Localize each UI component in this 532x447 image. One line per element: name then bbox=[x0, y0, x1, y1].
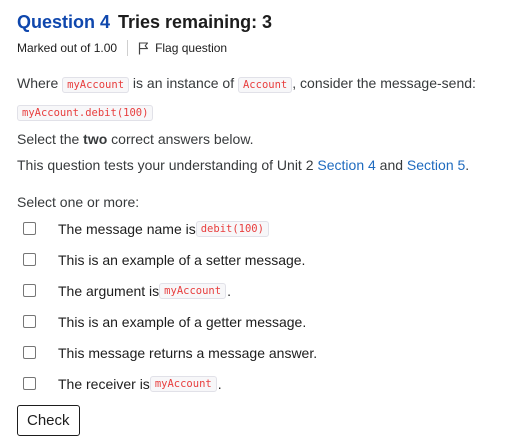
question-code-line: myAccount.debit(100) bbox=[17, 101, 517, 123]
answer-text: This is an example of a getter message. bbox=[58, 313, 307, 330]
instruction-text-b: correct answers below. bbox=[107, 131, 254, 147]
answer-option[interactable]: The argument is myAccount. bbox=[17, 275, 517, 306]
answer-checkbox[interactable] bbox=[23, 377, 36, 390]
code-account: Account bbox=[237, 77, 293, 93]
intro-text-b: is an instance of bbox=[129, 75, 238, 91]
answer-checkbox[interactable] bbox=[23, 253, 36, 266]
unit-text-c: . bbox=[465, 157, 470, 173]
unit-text-b: and bbox=[375, 157, 407, 173]
answer-option[interactable]: The receiver is myAccount. bbox=[17, 368, 517, 399]
select-prompt: Select one or more: bbox=[17, 194, 140, 210]
question-instruction: Select the two correct answers below. bbox=[17, 129, 517, 149]
question-number: Question 4 bbox=[17, 12, 111, 32]
flag-icon bbox=[138, 41, 149, 54]
flag-question-label: Flag question bbox=[155, 41, 228, 55]
instruction-text-a: Select the bbox=[17, 131, 84, 147]
answer-checkbox[interactable] bbox=[23, 346, 36, 359]
meta-divider bbox=[127, 40, 129, 56]
answer-code: myAccount bbox=[159, 282, 227, 299]
answer-text: This is an example of a setter message. bbox=[58, 251, 306, 268]
code-message-send: myAccount.debit(100) bbox=[17, 105, 154, 121]
question-header: Question 4 Tries remaining: 3 bbox=[17, 12, 517, 33]
answer-list: The message name is debit(100) This is a… bbox=[17, 213, 517, 399]
answer-code: debit(100) bbox=[195, 220, 269, 237]
question-text-intro: Where myAccount is an instance of Accoun… bbox=[17, 73, 517, 95]
intro-text-c: , consider the message-send: bbox=[292, 75, 476, 91]
section-4-link[interactable]: Section 4 bbox=[317, 157, 375, 173]
answer-text: The message name is bbox=[58, 220, 196, 237]
question-meta: Marked out of 1.00 Flag question bbox=[17, 40, 517, 56]
answer-checkbox[interactable] bbox=[23, 284, 36, 297]
answer-text: This message returns a message answer. bbox=[58, 344, 318, 361]
answer-suffix: . bbox=[217, 375, 222, 392]
intro-text-a: Where bbox=[17, 75, 63, 91]
answer-text: The argument is bbox=[58, 282, 160, 299]
answer-option[interactable]: This message returns a message answer. bbox=[17, 337, 517, 368]
flag-question-button[interactable]: Flag question bbox=[138, 41, 227, 55]
code-myaccount: myAccount bbox=[62, 77, 130, 93]
marked-out-of: Marked out of 1.00 bbox=[17, 41, 118, 55]
answer-option[interactable]: This is an example of a setter message. bbox=[17, 244, 517, 275]
answer-checkbox[interactable] bbox=[23, 315, 36, 328]
answer-option[interactable]: The message name is debit(100) bbox=[17, 213, 517, 244]
check-button[interactable]: Check bbox=[17, 405, 80, 436]
answer-option[interactable]: This is an example of a getter message. bbox=[17, 306, 517, 337]
answer-code: myAccount bbox=[149, 375, 217, 392]
section-5-link[interactable]: Section 5 bbox=[407, 157, 465, 173]
question-unit-reference: This question tests your understanding o… bbox=[17, 155, 517, 175]
unit-text-a: This question tests your understanding o… bbox=[17, 157, 318, 173]
answer-checkbox[interactable] bbox=[23, 222, 36, 235]
answer-text: The receiver is bbox=[58, 375, 150, 392]
question-panel: Question 4 Tries remaining: 3 Marked out… bbox=[17, 12, 517, 436]
tries-remaining: Tries remaining: 3 bbox=[118, 12, 273, 32]
answer-suffix: . bbox=[227, 282, 231, 299]
instruction-bold: two bbox=[83, 131, 108, 147]
